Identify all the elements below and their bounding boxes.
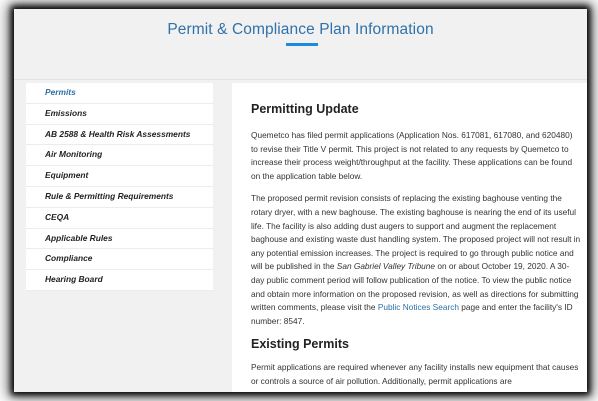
sidebar-item-ceqa[interactable]: CEQA	[26, 208, 213, 229]
sidebar-item-equipment[interactable]: Equipment	[26, 166, 213, 187]
sidebar-item-applicable-rules[interactable]: Applicable Rules	[26, 229, 213, 250]
sidebar-item-permits[interactable]: Permits	[26, 83, 213, 104]
newspaper-name: San Gabriel Valley Tribune	[336, 261, 436, 272]
sidebar-item-compliance[interactable]: Compliance	[26, 249, 213, 271]
paragraph-existing-permits: Permit applications are required wheneve…	[251, 362, 579, 386]
sidebar-item-emissions[interactable]: Emissions	[26, 104, 213, 125]
title-underline	[286, 43, 318, 46]
main-content: Permitting Update Quemetco has filed per…	[232, 83, 587, 392]
sidebar-item-rule-permitting[interactable]: Rule & Permitting Requirements	[26, 187, 213, 208]
section-heading-permitting-update: Permitting Update	[251, 102, 359, 116]
sidebar-item-hearing-board[interactable]: Hearing Board	[26, 270, 213, 291]
section-heading-existing-permits: Existing Permits	[251, 337, 349, 352]
paragraph-proposed-revision: The proposed permit revision consists of…	[251, 192, 581, 328]
sidebar-item-ab2588[interactable]: AB 2588 & Health Risk Assessments	[26, 125, 213, 146]
page-frame: Permit & Compliance Plan Information Per…	[14, 9, 587, 392]
page-title: Permit & Compliance Plan Information	[167, 21, 434, 38]
page-header: Permit & Compliance Plan Information	[14, 9, 587, 80]
sidebar-item-air-monitoring[interactable]: Air Monitoring	[26, 145, 213, 167]
sidebar-nav: Permits Emissions AB 2588 & Health Risk …	[26, 83, 213, 291]
public-notices-search-link[interactable]: Public Notices Search	[378, 302, 459, 312]
paragraph-text: The proposed permit revision consists of…	[251, 193, 581, 272]
paragraph-application-filing: Quemetco has filed permit applications (…	[251, 130, 573, 181]
